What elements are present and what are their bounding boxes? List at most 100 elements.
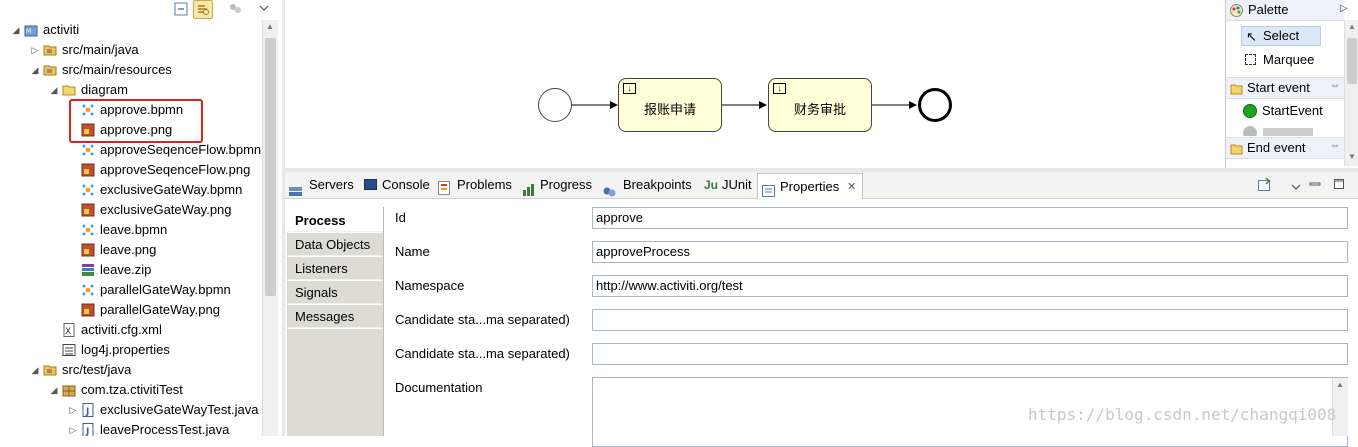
end-event-icon[interactable] <box>918 88 952 122</box>
problems-icon <box>438 178 450 195</box>
svg-text:M: M <box>26 28 31 35</box>
tree-item-label: parallelGateWay.bpmn <box>100 282 231 297</box>
candidate-starter-groups-field[interactable] <box>592 343 1348 365</box>
tree-item[interactable]: ◢ diagram <box>0 80 262 100</box>
tree-item[interactable]: ◢ src/test/java <box>0 360 262 380</box>
expanded-arrow-icon[interactable]: ◢ <box>10 20 22 40</box>
namespace-field[interactable]: http://www.activiti.org/test <box>592 275 1348 297</box>
scroll-thumb[interactable] <box>1347 38 1357 84</box>
bpmn-file-icon <box>81 223 95 237</box>
tree-item[interactable]: ◢ Mactiviti <box>0 20 262 40</box>
candidate-starter-users-field[interactable] <box>592 309 1348 331</box>
task-label: 报账申请 <box>643 102 696 117</box>
start-event-icon[interactable] <box>538 88 572 122</box>
prop-tab-listeners[interactable]: Listeners <box>287 257 383 280</box>
link-with-editor-icon[interactable] <box>193 0 213 19</box>
user-task-2[interactable]: ↓ 财务审批 <box>768 78 872 132</box>
tree-item[interactable]: parallelGateWay.png <box>0 300 262 320</box>
source-folder-icon <box>43 43 57 57</box>
properties-file-icon <box>62 343 76 357</box>
bpmn-diagram-editor[interactable]: ↓ 报账申请 ↓ 财务审批 <box>285 0 1225 168</box>
tree-item[interactable]: Xactiviti.cfg.xml <box>0 320 262 340</box>
tree-item[interactable]: ◢ com.tza.ctivitiTest <box>0 380 262 400</box>
tree-item[interactable]: leave.png <box>0 240 262 260</box>
tree-item[interactable]: leave.bpmn <box>0 220 262 240</box>
tab-properties[interactable]: Properties ✕ <box>757 173 863 199</box>
pin-icon[interactable]: ⇔ <box>1330 140 1340 151</box>
collapsed-arrow-icon[interactable]: ▷ <box>29 40 41 60</box>
start-event-label: StartEvent <box>1262 103 1323 118</box>
tree-item[interactable]: ◢ src/main/resources <box>0 60 262 80</box>
prop-tab-signals[interactable]: Signals <box>287 281 383 304</box>
palette: Palette ▷ ↖ Select Marquee Start event ⇔… <box>1225 0 1358 168</box>
scroll-up-arrow-icon[interactable]: ▲ <box>1336 380 1344 389</box>
user-task-1[interactable]: ↓ 报账申请 <box>618 78 722 132</box>
tree-item[interactable]: log4j.properties <box>0 340 262 360</box>
prop-tab-filler <box>287 329 383 436</box>
tree-item[interactable]: ▷ JleaveProcessTest.java <box>0 420 262 436</box>
xml-file-icon: X <box>62 323 76 337</box>
tab-label: Console <box>382 177 430 192</box>
select-tool[interactable]: ↖ Select <box>1241 26 1321 46</box>
scroll-up-arrow-icon[interactable]: ▲ <box>266 22 274 31</box>
tree-item-label: diagram <box>81 82 128 97</box>
tab-problems[interactable]: Problems <box>438 172 512 198</box>
task-type-icon: ↓ <box>623 83 636 94</box>
view-menu-icon[interactable] <box>1290 180 1302 190</box>
explorer-scrollbar[interactable]: ▲ <box>262 20 278 436</box>
tree-item[interactable]: parallelGateWay.bpmn <box>0 280 262 300</box>
tree-item[interactable]: exclusiveGateWay.png <box>0 200 262 220</box>
scroll-thumb[interactable] <box>265 38 276 296</box>
folder-open-icon <box>1230 81 1244 95</box>
end-event-group[interactable]: End event <box>1226 137 1344 159</box>
pin-icon[interactable]: ⇔ <box>1330 80 1340 91</box>
tab-console[interactable]: Console <box>364 172 430 198</box>
documentation-label: Documentation <box>395 380 483 395</box>
tab-breakpoints[interactable]: Breakpoints <box>603 172 692 198</box>
image-file-icon <box>81 303 95 317</box>
tree-item[interactable]: exclusiveGateWay.bpmn <box>0 180 262 200</box>
zip-file-icon <box>81 263 95 277</box>
prop-tab-data-objects[interactable]: Data Objects <box>287 233 383 256</box>
tab-servers[interactable]: Servers <box>289 172 354 198</box>
palette-header[interactable]: Palette <box>1226 0 1344 21</box>
timer-start-event-tool[interactable] <box>1243 126 1323 136</box>
collapse-all-icon[interactable] <box>173 1 189 17</box>
maximize-icon[interactable] <box>1333 178 1345 190</box>
tree-item[interactable]: leave.zip <box>0 260 262 280</box>
collapsed-arrow-icon[interactable]: ▷ <box>67 420 79 436</box>
filter-icon[interactable] <box>227 1 243 17</box>
id-field[interactable]: approve <box>592 207 1348 229</box>
scroll-down-arrow-icon[interactable]: ▼ <box>1348 152 1356 161</box>
start-group-label: Start event <box>1247 80 1310 95</box>
new-view-icon[interactable] <box>1258 177 1272 191</box>
expanded-arrow-icon[interactable]: ◢ <box>29 360 41 380</box>
marquee-tool[interactable]: Marquee <box>1241 50 1331 70</box>
expanded-arrow-icon[interactable]: ◢ <box>48 80 60 100</box>
namespace-label: Namespace <box>395 278 465 293</box>
expanded-arrow-icon[interactable]: ◢ <box>29 60 41 80</box>
tree-item-label: leave.bpmn <box>100 222 168 237</box>
tab-progress[interactable]: Progress <box>523 172 592 198</box>
view-menu-icon[interactable] <box>258 2 270 14</box>
start-event-group[interactable]: Start event <box>1226 77 1344 99</box>
prop-tab-process[interactable]: Process <box>287 209 383 232</box>
name-field[interactable]: approveProcess <box>592 241 1348 263</box>
palette-collapse-icon[interactable]: ▷ <box>1340 3 1348 14</box>
tree-item[interactable]: ▷ JexclusiveGateWayTest.java <box>0 400 262 420</box>
task-type-icon: ↓ <box>773 83 786 94</box>
tree-item[interactable]: ▷ src/main/java <box>0 40 262 60</box>
expanded-arrow-icon[interactable]: ◢ <box>48 380 60 400</box>
start-event-tool[interactable]: StartEvent <box>1241 101 1341 121</box>
collapsed-arrow-icon[interactable]: ▷ <box>67 400 79 420</box>
minimize-icon[interactable] <box>1309 178 1321 190</box>
palette-scrollbar[interactable]: ▲ ▼ <box>1344 20 1358 166</box>
tree-item-label: src/test/java <box>62 362 132 377</box>
prop-tab-messages[interactable]: Messages <box>287 305 383 328</box>
tab-junit[interactable]: Ju JUnit <box>704 172 752 198</box>
bpmn-file-icon <box>81 183 95 197</box>
scroll-up-arrow-icon[interactable]: ▲ <box>1348 22 1356 31</box>
tree-item[interactable]: approveSeqenceFlow.bpmn <box>0 140 262 160</box>
close-icon[interactable]: ✕ <box>847 174 856 200</box>
tree-item[interactable]: approveSeqenceFlow.png <box>0 160 262 180</box>
